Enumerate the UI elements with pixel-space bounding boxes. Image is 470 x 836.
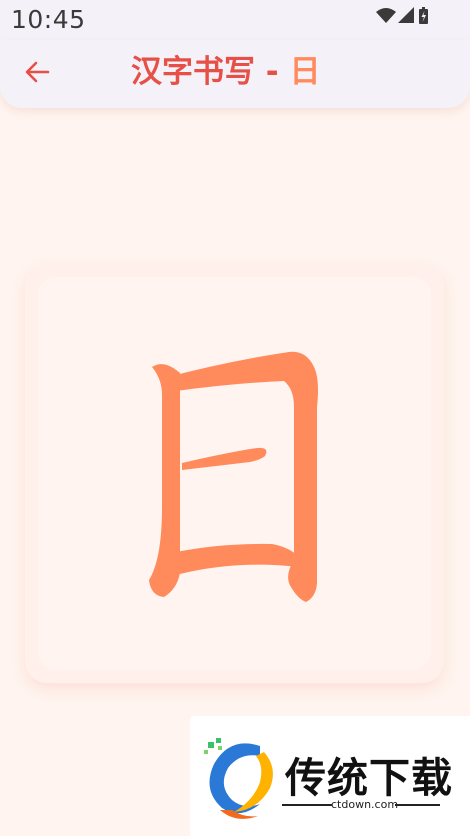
title-character: 日: [289, 54, 321, 90]
status-icons: [376, 6, 436, 28]
app-bar: 汉字书写 - 日: [0, 40, 470, 108]
character-card: [25, 264, 444, 683]
battery-icon: [419, 7, 428, 24]
watermark-divider-left: [282, 804, 332, 806]
ctdown-logo-icon: [204, 738, 273, 819]
writing-canvas[interactable]: [38, 277, 431, 670]
status-bar: 10:45: [0, 0, 470, 40]
watermark: 传统下载 ctdown.com: [190, 716, 470, 836]
watermark-divider-right: [395, 804, 440, 806]
page-title: 汉字书写 - 日: [131, 48, 320, 96]
status-time: 10:45: [11, 5, 86, 34]
character-glyph-ri: [149, 351, 318, 602]
arrow-left-icon: [25, 61, 50, 83]
back-button[interactable]: [19, 54, 55, 90]
signal-icon: [398, 7, 414, 23]
wifi-icon: [376, 8, 396, 23]
watermark-brand: 传统下载: [285, 754, 453, 802]
title-prefix: 汉字书写 -: [131, 54, 290, 90]
watermark-url: ctdown.com: [331, 798, 399, 811]
